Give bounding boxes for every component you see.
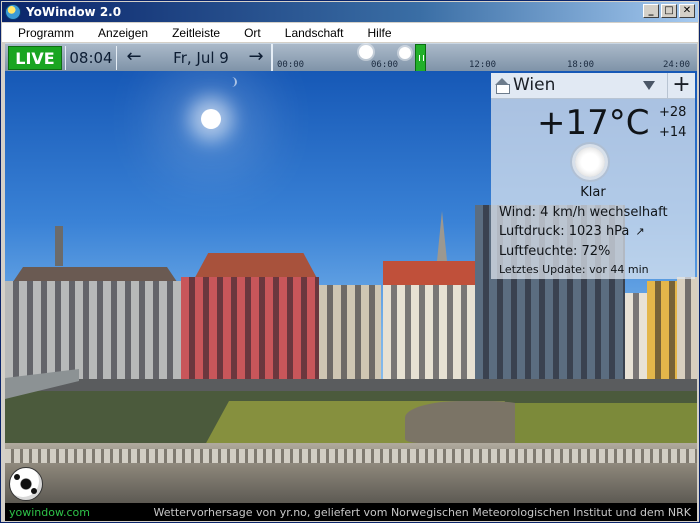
live-button[interactable]: LIVE (8, 46, 62, 70)
weather-panel[interactable]: Wien + +17°C +28 +14 Klar Wind: 4 km/h w… (491, 73, 695, 279)
last-update-info: Letztes Update: vor 44 min (499, 263, 649, 276)
add-location-button[interactable]: + (667, 73, 695, 99)
pressure-value: Luftdruck: 1023 hPa (499, 224, 630, 239)
sun-icon (575, 147, 605, 177)
next-day-button[interactable]: → (243, 46, 269, 70)
building (319, 285, 381, 381)
forecast-credit[interactable]: Wettervorhersage von yr.no, geliefert vo… (154, 506, 691, 519)
menu-anzeigen[interactable]: Anzeigen (98, 26, 148, 40)
window-title: YoWindow 2.0 (26, 5, 122, 19)
church-spire (437, 211, 447, 261)
condition-text: Klar (580, 185, 606, 200)
current-temperature: +17°C (537, 103, 650, 143)
building-roof (194, 253, 318, 279)
tick-label: 06:00 (371, 60, 399, 70)
building (181, 277, 319, 381)
location-bar: Wien + (491, 73, 695, 99)
timeline-bar: LIVE 08:04 ← Fr, Jul 9 → 00:00 06:00 12:… (5, 43, 697, 72)
chevron-down-icon[interactable] (643, 81, 655, 90)
sun-icon (399, 47, 411, 59)
current-time: 08:04 (65, 46, 117, 70)
building (625, 293, 647, 383)
building (677, 277, 697, 381)
tick-label: 18:00 (567, 60, 595, 70)
current-date: Fr, Jul 9 (173, 49, 229, 67)
pressure-info: Luftdruck: 1023 hPa ↗ (499, 224, 645, 239)
menu-programm[interactable]: Programm (18, 26, 74, 40)
sunrise-icon (359, 45, 373, 59)
balustrade (5, 449, 697, 463)
maximize-button[interactable]: □ (661, 4, 677, 18)
menu-landschaft[interactable]: Landschaft (285, 26, 344, 40)
chimney (55, 226, 63, 266)
building (383, 285, 479, 381)
app-window: YoWindow 2.0 _ □ ✕ Programm Anzeigen Zei… (0, 0, 700, 523)
moon-icon (227, 77, 237, 87)
menu-bar: Programm Anzeigen Zeitleiste Ort Landsch… (2, 23, 698, 42)
football-icon[interactable] (9, 467, 43, 501)
menu-ort[interactable]: Ort (244, 26, 261, 40)
brand-link[interactable]: yowindow.com (9, 506, 90, 519)
max-temperature: +28 (659, 105, 687, 120)
status-bar: yowindow.com Wettervorhersage von yr.no,… (5, 503, 697, 521)
building (5, 281, 185, 381)
wind-info: Wind: 4 km/h wechselhaft (499, 205, 668, 220)
time-slider-handle[interactable] (415, 44, 426, 72)
close-button[interactable]: ✕ (679, 4, 695, 18)
prev-day-button[interactable]: ← (121, 46, 147, 70)
menu-zeitleiste[interactable]: Zeitleiste (172, 26, 220, 40)
minimize-button[interactable]: _ (643, 4, 659, 18)
timeline-track[interactable]: 00:00 06:00 12:00 18:00 24:00 (271, 44, 697, 72)
building (647, 281, 677, 381)
pressure-trend-icon: ↗ (635, 225, 645, 238)
title-bar[interactable]: YoWindow 2.0 _ □ ✕ (2, 2, 698, 22)
tick-label: 00:00 (277, 60, 305, 70)
window-controls: _ □ ✕ (643, 4, 695, 18)
park-lawn (515, 403, 697, 445)
building-roof (383, 261, 479, 287)
min-temperature: +14 (659, 125, 687, 140)
tick-label: 12:00 (469, 60, 497, 70)
app-logo-icon (5, 4, 21, 20)
humidity-info: Luftfeuchte: 72% (499, 244, 611, 259)
location-name[interactable]: Wien (513, 75, 555, 95)
sun-icon (201, 109, 221, 129)
menu-hilfe[interactable]: Hilfe (367, 26, 391, 40)
tick-label: 24:00 (663, 60, 691, 70)
home-icon[interactable] (495, 78, 510, 94)
